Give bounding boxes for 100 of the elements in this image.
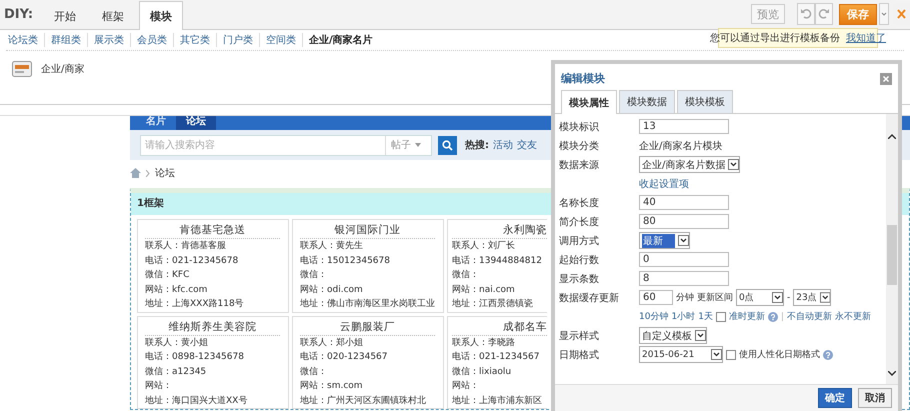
category-link[interactable]: 会员类: [131, 33, 174, 47]
separator-text: |: [780, 312, 784, 322]
search-icon: [442, 140, 453, 150]
input-field[interactable]: 80: [639, 214, 729, 229]
breadcrumb-link[interactable]: 论坛: [155, 166, 175, 180]
card-title: 成都名车: [452, 320, 547, 336]
help-icon: [768, 312, 778, 322]
field-label: 显示样式: [559, 330, 600, 342]
card-line: 电话：0898-12345678: [145, 350, 245, 364]
dialog-title: 编辑模块: [561, 71, 605, 86]
interval-link[interactable]: 1天: [698, 310, 713, 323]
card-line: 联系人：肯德基客服: [145, 240, 227, 253]
dropdown-icon: [695, 330, 706, 341]
input-field[interactable]: 40: [639, 195, 729, 210]
scrollbar-thumb[interactable]: [887, 225, 897, 285]
category-link[interactable]: 其它类: [174, 33, 217, 47]
card-title: 肯德基宅急送: [145, 223, 280, 239]
card-module-icon: [12, 61, 32, 77]
card-line: 网站：odi.com: [300, 284, 364, 296]
update-option-link[interactable]: 不自动更新: [786, 310, 832, 323]
field-label: 模块分类: [559, 140, 600, 152]
category-link[interactable]: 论坛类: [6, 33, 45, 47]
select-dropdown[interactable]: 最新: [639, 232, 690, 249]
field-label: 数据来源: [559, 158, 600, 172]
card-line: 联系人：李晓路: [452, 336, 516, 350]
update-option-link[interactable]: 永不更新: [834, 310, 871, 323]
card-line: 联系人：黄先生: [300, 240, 364, 253]
field-label: 调用方式: [559, 234, 600, 248]
undo-icon[interactable]: [797, 3, 815, 25]
checkbox[interactable]: [726, 350, 736, 360]
toolbar-tab[interactable]: 框架: [91, 3, 136, 29]
select-dropdown[interactable]: 2015-06-21: [639, 346, 723, 363]
category-link[interactable]: 展示类: [88, 33, 131, 47]
field-label: 数据缓存更新: [559, 292, 620, 304]
select-dropdown[interactable]: 0点: [736, 289, 784, 306]
card-line: 微信：: [452, 268, 480, 282]
field-label: 简介长度: [559, 216, 600, 228]
field-label: 起始行数: [559, 254, 600, 266]
cancel-button[interactable]: 取消: [858, 388, 892, 408]
dropdown-icon: [678, 235, 689, 246]
card-line: 电话：021-12345678: [145, 254, 240, 268]
card-line: 网站：: [145, 380, 173, 393]
card-line: 地址：广州天河区东圃镇珠村北: [300, 394, 427, 408]
checkbox-label: 准时更新: [728, 310, 765, 323]
card-line: 地址：上海XXX路118号: [145, 298, 245, 311]
scrollbar[interactable]: [886, 114, 898, 384]
search-button[interactable]: [438, 136, 457, 154]
frame-title: 1框架: [137, 198, 164, 209]
chevron-icon: [146, 170, 150, 176]
chevron-down-icon: [888, 371, 896, 376]
card-title: 维纳斯养生美容院: [145, 320, 280, 336]
confirm-button[interactable]: 确定: [818, 388, 852, 408]
redo-icon[interactable]: [815, 3, 833, 25]
toolbar-tab[interactable]: 开始: [43, 3, 88, 29]
select-dropdown[interactable]: 自定义模板: [639, 327, 707, 344]
input-field[interactable]: 13: [639, 119, 729, 134]
dialog-tab[interactable]: 模块数据: [619, 90, 675, 113]
select-dropdown[interactable]: 23点: [793, 289, 832, 306]
toolbar-tab[interactable]: 模块: [139, 1, 184, 30]
card-line: 网站：nai.com: [452, 284, 516, 296]
card-line: 网站：kfc.com: [145, 284, 208, 296]
help-icon: [823, 350, 833, 360]
dismiss-link[interactable]: 我知道了: [846, 31, 886, 45]
hot-search-link[interactable]: 交友: [517, 138, 537, 152]
card-title: 永利陶瓷: [452, 223, 547, 239]
dialog-tab[interactable]: 模块模板: [677, 90, 733, 113]
card-line: 微信：a12345: [145, 366, 208, 378]
category-link[interactable]: 群组类: [45, 33, 88, 47]
collapse-settings-link[interactable]: 收起设置项: [639, 176, 689, 190]
card-line: 微信：lixiaolu: [452, 366, 512, 378]
close-icon[interactable]: [880, 72, 892, 84]
field-label: 名称长度: [559, 196, 600, 210]
dropdown-icon: [772, 292, 783, 303]
range-label: 更新区间: [697, 292, 733, 304]
field-label: 显示条数: [559, 272, 600, 286]
chevron-up-icon: [888, 134, 896, 139]
card-line: 微信：: [300, 268, 328, 282]
nav-tab[interactable]: 论坛: [176, 116, 216, 130]
field-value: 企业/商家名片模块: [639, 140, 722, 152]
caret-icon[interactable]: [879, 3, 889, 25]
field-label: 模块标识: [559, 120, 600, 134]
checkbox-label: 使用人性化日期格式: [739, 348, 820, 361]
category-link[interactable]: 空间类: [260, 33, 303, 47]
dialog-tab[interactable]: 模块属性: [561, 90, 617, 114]
card-line: 网站：: [452, 380, 480, 393]
card-line: 电话：15012345678: [300, 254, 391, 268]
input-field[interactable]: 0: [639, 252, 729, 267]
home-icon: [130, 168, 141, 178]
card-line: 电话：021-1234567: [452, 350, 541, 364]
range-separator: -: [787, 292, 790, 302]
hot-search-link[interactable]: 活动: [493, 138, 513, 152]
input-field[interactable]: 8: [639, 271, 729, 286]
input-field[interactable]: 60: [639, 290, 673, 305]
select-dropdown[interactable]: 企业/商家名片数据: [639, 156, 740, 173]
checkbox[interactable]: [716, 312, 726, 322]
card-line: 电话：13944884812: [452, 254, 543, 268]
interval-link[interactable]: 1小时: [671, 310, 696, 323]
category-link[interactable]: 企业/商家名片: [303, 33, 379, 47]
interval-link[interactable]: 10分钟: [639, 310, 668, 323]
category-link[interactable]: 门户类: [217, 33, 260, 47]
